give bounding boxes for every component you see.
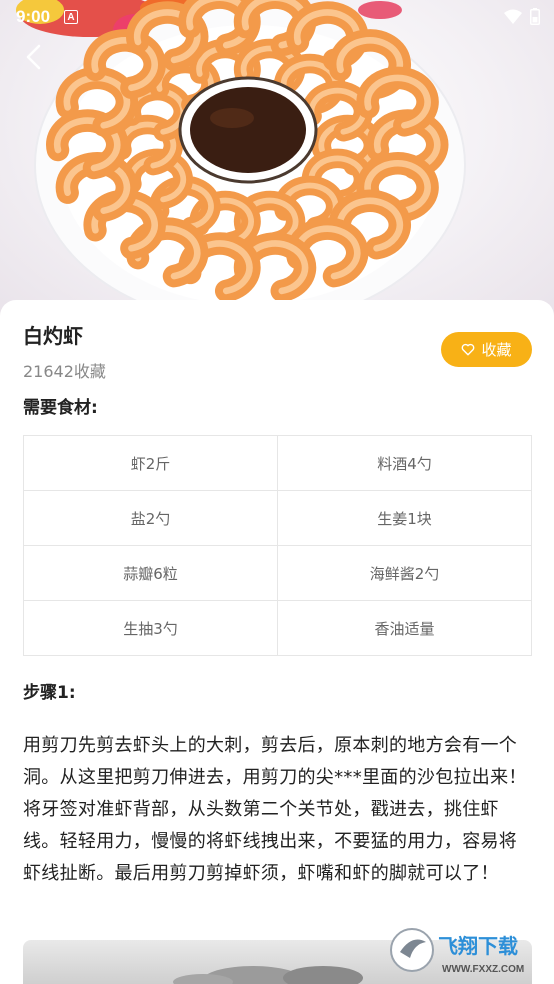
shrimp-dish-illustration (16, 0, 466, 318)
favorites-count: 21642收藏 (23, 362, 106, 381)
heart-outline-icon (462, 343, 475, 356)
status-bar: 9:00 A (0, 0, 554, 34)
table-row: 盐2勺 生姜1块 (23, 490, 532, 546)
ingredient-cell: 生姜1块 (277, 490, 532, 546)
status-time: 9:00 (16, 7, 51, 26)
notification-icon: A (64, 10, 79, 24)
table-row: 虾2斤 料酒4勺 (23, 435, 532, 491)
battery-icon (530, 8, 540, 25)
ingredient-cell: 生抽3勺 (23, 600, 278, 656)
ingredients-table: 虾2斤 料酒4勺 盐2勺 生姜1块 蒜瓣6粒 海鲜酱2勺 生抽3勺 香油适量 (23, 435, 532, 656)
recipe-hero-image (0, 0, 554, 318)
table-row: 生抽3勺 香油适量 (23, 600, 532, 656)
ingredient-cell: 海鲜酱2勺 (277, 545, 532, 601)
ingredient-cell: 香油适量 (277, 600, 532, 656)
ingredient-cell: 盐2勺 (23, 490, 278, 546)
status-icons (504, 8, 540, 25)
ingredient-cell: 料酒4勺 (277, 435, 532, 491)
wifi-icon (504, 9, 522, 24)
ingredient-cell: 虾2斤 (23, 435, 278, 491)
recipe-detail-card: 白灼虾 21642收藏 收藏 需要食材: 虾2斤 料酒4勺 盐2勺 生姜1块 蒜… (0, 300, 554, 984)
favorite-button[interactable]: 收藏 (441, 332, 532, 367)
watermark-logo: 飞翔下载 WWW.FXXZ.COM (390, 928, 524, 975)
ingredients-heading: 需要食材: (23, 398, 98, 418)
favorite-button-label: 收藏 (481, 341, 512, 359)
step-description: 用剪刀先剪去虾头上的大刺，剪去后，原本刺的地方会有一个洞。从这里把剪刀伸进去，用… (23, 735, 527, 884)
table-row: 蒜瓣6粒 海鲜酱2勺 (23, 545, 532, 601)
step-heading: 步骤1: (23, 683, 76, 703)
recipe-title: 白灼虾 (23, 324, 83, 348)
watermark-brand: 飞翔下载 (438, 934, 518, 958)
back-button-chevron-left-icon[interactable] (22, 44, 48, 70)
ingredient-cell: 蒜瓣6粒 (23, 545, 278, 601)
watermark-url: WWW.FXXZ.COM (442, 964, 524, 975)
